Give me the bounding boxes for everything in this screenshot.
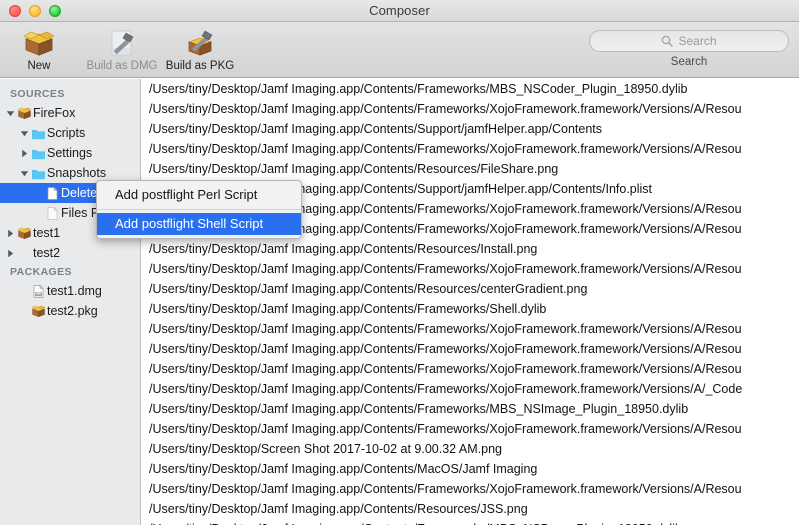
sidebar-item-firefox[interactable]: FireFox [0, 103, 140, 123]
context-menu-item-add-postflight-perl-script[interactable]: Add postflight Perl Script [97, 184, 301, 206]
file-path-row[interactable]: /Users/tiny/Desktop/Jamf Imaging.app/Con… [142, 359, 799, 379]
sidebar-item-test2-pkg[interactable]: test2.pkg [0, 301, 140, 321]
search-area: Search Search [589, 30, 789, 68]
file-path-list[interactable]: /Users/tiny/Desktop/Jamf Imaging.app/Con… [142, 79, 799, 525]
file-path-row[interactable]: /Users/tiny/Desktop/Jamf Imaging.app/Con… [142, 319, 799, 339]
sidebar-item-test1-dmg[interactable]: test1.dmg [0, 281, 140, 301]
sidebar-item-label: test1.dmg [47, 284, 102, 298]
window-titlebar: Composer [0, 0, 799, 22]
context-menu-separator [97, 209, 301, 210]
disk-image-icon [30, 284, 47, 299]
chevron-down-icon[interactable] [18, 163, 30, 183]
context-menu-item-add-postflight-shell-script[interactable]: Add postflight Shell Script [97, 213, 301, 235]
search-icon [661, 35, 674, 47]
context-menu[interactable]: Add postflight Perl Script Add postflight… [96, 180, 302, 239]
file-path-row[interactable]: /Users/tiny/Desktop/Jamf Imaging.app/Con… [142, 79, 799, 99]
build-as-dmg-label: Build as DMG [86, 60, 158, 72]
file-path-row[interactable]: /Users/tiny/Desktop/Jamf Imaging.app/Con… [142, 419, 799, 439]
new-button-label: New [27, 60, 51, 72]
new-button[interactable]: New [0, 26, 78, 72]
chevron-down-icon[interactable] [4, 103, 16, 123]
folder-icon [30, 126, 47, 141]
file-path-row[interactable]: /Users/tiny/Desktop/Jamf Imaging.app/Con… [142, 99, 799, 119]
folder-icon [30, 166, 47, 181]
folder-icon [30, 146, 47, 161]
file-path-row[interactable]: /Users/tiny/Desktop/Jamf Imaging.app/Con… [142, 159, 799, 179]
file-path-row[interactable]: /Users/tiny/Desktop/Jamf Imaging.app/Con… [142, 139, 799, 159]
chevron-right-icon[interactable] [18, 143, 30, 163]
sidebar-item-label: Scripts [47, 126, 86, 140]
sidebar-item-label: test2 [33, 246, 61, 260]
sidebar-item-label: Snapshots [47, 166, 107, 180]
sidebar-item-settings[interactable]: Settings [0, 143, 140, 163]
sidebar-item-label: test1 [33, 226, 61, 240]
search-placeholder: Search [678, 34, 717, 48]
file-path-row[interactable]: /Users/tiny/Desktop/Jamf Imaging.app/Con… [142, 479, 799, 499]
package-box-icon [22, 26, 56, 58]
file-path-row[interactable]: /Users/tiny/Desktop/Jamf Imaging.app/Con… [142, 399, 799, 419]
file-path-row[interactable]: /Users/tiny/Desktop/Jamf Imaging.app/Con… [142, 339, 799, 359]
sidebar-item-label: FireFox [33, 106, 76, 120]
package-box-icon [30, 304, 47, 319]
file-path-row[interactable]: /Users/tiny/Desktop/Jamf Imaging.app/Con… [142, 459, 799, 479]
sidebar-section-header-packages: PACKAGES [10, 266, 72, 278]
file-path-row[interactable]: /Users/tiny/Desktop/Jamf Imaging.app/Con… [142, 239, 799, 259]
window-title: Composer [369, 3, 430, 18]
file-path-row[interactable]: /Users/tiny/Desktop/Jamf Imaging.app/Con… [142, 519, 799, 525]
build-as-pkg-label: Build as PKG [165, 60, 235, 72]
composer-window: Composer New Build as DMG Build as PKG S… [0, 0, 799, 525]
document-dim-icon [44, 206, 61, 221]
main-toolbar: New Build as DMG Build as PKG Search Sea… [0, 22, 799, 78]
package-box-icon [16, 226, 33, 241]
hammer-document-icon [105, 26, 139, 58]
file-path-row[interactable]: /Users/tiny/Desktop/Jamf Imaging.app/Con… [142, 499, 799, 519]
sidebar-item-label: Files F [61, 206, 99, 220]
chevron-right-icon[interactable] [4, 223, 16, 243]
file-path-row[interactable]: /Users/tiny/Desktop/Jamf Imaging.app/Con… [142, 379, 799, 399]
hammer-package-icon [183, 26, 217, 58]
chevron-right-icon[interactable] [4, 243, 16, 263]
package-box-icon [16, 106, 33, 121]
sidebar-item-label: Settings [47, 146, 93, 160]
sidebar-section-header-sources: SOURCES [10, 88, 65, 100]
sidebar-item-label: test2.pkg [47, 304, 98, 318]
search-input[interactable]: Search [589, 30, 789, 52]
file-path-row[interactable]: /Users/tiny/Desktop/Screen Shot 2017-10-… [142, 439, 799, 459]
file-path-row[interactable]: /Users/tiny/Desktop/Jamf Imaging.app/Con… [142, 299, 799, 319]
search-sublabel: Search [670, 56, 708, 68]
file-path-row[interactable]: /Users/tiny/Desktop/Jamf Imaging.app/Con… [142, 119, 799, 139]
build-as-dmg-button[interactable]: Build as DMG [83, 26, 161, 72]
document-icon [44, 186, 61, 201]
chevron-down-icon[interactable] [18, 123, 30, 143]
build-as-pkg-button[interactable]: Build as PKG [161, 26, 239, 72]
file-path-row[interactable]: /Users/tiny/Desktop/Jamf Imaging.app/Con… [142, 279, 799, 299]
sidebar-item-test2[interactable]: test2 [0, 243, 140, 263]
file-path-row[interactable]: /Users/tiny/Desktop/Jamf Imaging.app/Con… [142, 259, 799, 279]
sidebar-item-scripts[interactable]: Scripts [0, 123, 140, 143]
sources-sidebar[interactable]: SOURCES FireFox Scripts Settings Snapshots De… [0, 79, 141, 525]
